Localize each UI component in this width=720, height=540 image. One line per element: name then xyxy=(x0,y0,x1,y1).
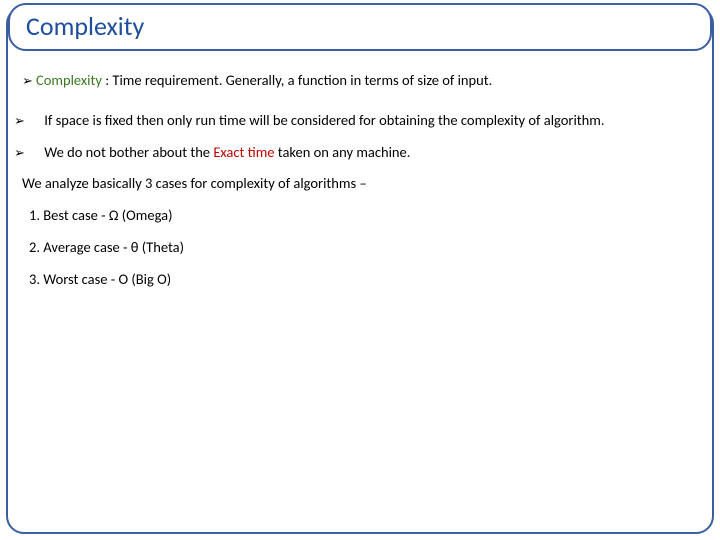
list-item: 2. Average case - θ (Theta) xyxy=(22,237,698,259)
text-pre: We do not bother about the xyxy=(44,143,213,161)
bullet-rest: : Time requirement. Generally, a functio… xyxy=(102,71,492,89)
bullet-item: ➢ Complexity : Time requirement. General… xyxy=(22,70,698,92)
bullet-text: If space is fixed then only run time wil… xyxy=(44,111,604,129)
bullet-item: ➢ We do not bother about the Exact time … xyxy=(22,142,698,164)
bullet-text: Complexity : Time requirement. Generally… xyxy=(36,70,492,92)
arrow-icon: ➢ xyxy=(29,112,41,132)
bullet-item: ➢ If space is fixed then only run time w… xyxy=(22,110,698,132)
text-emphasis: Exact time xyxy=(213,143,274,161)
bullet-text: We do not bother about the Exact time ta… xyxy=(44,143,410,161)
list-item: 3. Worst case - O (Big O) xyxy=(22,269,698,291)
arrow-icon: ➢ xyxy=(29,144,41,164)
term-complexity: Complexity xyxy=(36,71,102,89)
paragraph: We analyze basically 3 cases for complex… xyxy=(22,173,698,195)
arrow-icon: ➢ xyxy=(22,72,36,92)
slide-title: Complexity xyxy=(26,10,144,42)
text-post: taken on any machine. xyxy=(275,143,411,161)
list-item: 1. Best case - Ω (Omega) xyxy=(22,205,698,227)
slide-content: ➢ Complexity : Time requirement. General… xyxy=(22,70,698,520)
title-container: Complexity xyxy=(8,3,712,51)
